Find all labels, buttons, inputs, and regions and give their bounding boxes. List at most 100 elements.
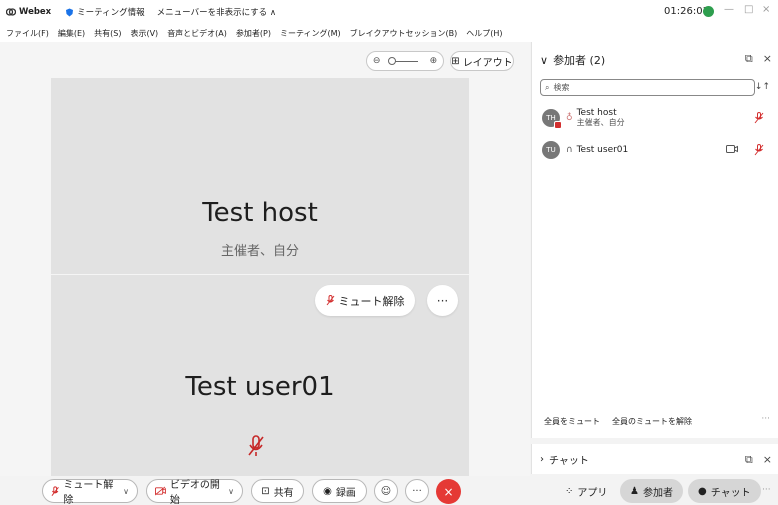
sort-icon[interactable]: ↓↑	[755, 82, 770, 92]
participant-search-input[interactable]: ⌕ 検索	[540, 79, 755, 96]
headset-icon: ∩	[566, 145, 573, 155]
hide-menu-label: メニューバーを非表示にする ∧	[156, 8, 277, 18]
video-tile-user[interactable]: ミュート解除 ··· Test user01	[51, 275, 469, 476]
search-icon: ⌕	[545, 82, 550, 92]
participant-role: 主催者、自分	[576, 118, 625, 127]
unmute-toolbar-label: ミュート解除	[63, 480, 114, 505]
smiley-icon: ☺	[380, 485, 392, 497]
host-name: Test host	[202, 198, 318, 228]
participants-header[interactable]: ∨ 参加者 (2)	[540, 52, 605, 68]
menu-participants[interactable]: 参加者(P)	[236, 28, 271, 39]
close-icon: ×	[443, 484, 454, 499]
menu-help[interactable]: ヘルプ(H)	[466, 28, 502, 39]
record-label: 録画	[335, 487, 356, 499]
pop-out-icon[interactable]: ⧉	[745, 453, 753, 467]
zoom-out-icon[interactable]: ⊖	[373, 56, 381, 66]
menu-breakout[interactable]: ブレイクアウトセッション(B)	[350, 28, 458, 39]
chat-title: チャット	[549, 455, 589, 467]
start-video-button[interactable]: ビデオの開始 ∨	[146, 479, 243, 505]
unmute-toolbar-button[interactable]: ミュート解除 ∨	[42, 479, 138, 505]
mute-all-row: 全員をミュート 全員のミュートを解除	[544, 416, 692, 427]
video-stage: ⊖ ⊕ ⊞ レイアウト Test host 主催者、自分 ミュート解除 ··· …	[0, 42, 530, 476]
chevron-down-icon: ∨	[540, 53, 549, 67]
participants-toolbar-button[interactable]: ♟ 参加者	[620, 479, 683, 503]
pop-out-icon[interactable]: ⧉	[745, 52, 753, 66]
close-window-button[interactable]: ×	[762, 4, 770, 15]
unmute-all-button[interactable]: 全員のミュートを解除	[612, 416, 692, 427]
participants-panel: ∨ 参加者 (2) ⧉ × ⌕ 検索 ↓↑ TH ♁ Test host 主催者…	[531, 42, 778, 438]
layout-button[interactable]: ⊞ レイアウト	[450, 51, 514, 71]
mic-muted-icon	[326, 295, 334, 306]
mic-muted-icon	[248, 435, 264, 456]
shield-icon	[66, 8, 74, 16]
toolbar-overflow-button[interactable]: ···	[762, 485, 771, 495]
meeting-info-label: ミーティング情報	[77, 8, 145, 18]
share-button[interactable]: ⊡ 共有	[251, 479, 304, 503]
meeting-info-button[interactable]: ミーティング情報	[65, 6, 145, 18]
reactions-button[interactable]: ☺	[374, 479, 398, 503]
menu-file[interactable]: ファイル(F)	[6, 28, 49, 39]
more-toolbar-button[interactable]: ···	[405, 479, 429, 503]
mute-all-button[interactable]: 全員をミュート	[544, 416, 600, 427]
unmute-label: ミュート解除	[338, 294, 405, 308]
participant-row-host[interactable]: TH ♁ Test host 主催者、自分	[542, 106, 772, 130]
menu-audio-video[interactable]: 音声とビデオ(A)	[167, 28, 227, 39]
zoom-in-icon[interactable]: ⊕	[430, 56, 438, 66]
video-camera-icon[interactable]	[726, 144, 738, 154]
mic-muted-icon[interactable]	[754, 144, 764, 156]
zoom-slider-knob[interactable]	[387, 56, 396, 65]
meeting-toolbar: ミュート解除 ∨ ビデオの開始 ∨ ⊡ 共有 ◉ 録画 ☺ ··· × ⁘ アプ…	[0, 476, 778, 505]
avatar: TU	[542, 141, 560, 159]
apps-label: アプリ	[577, 487, 608, 499]
participant-row-user[interactable]: TU ∩ Test user01	[542, 138, 772, 162]
mic-muted-icon	[51, 485, 59, 496]
chat-toolbar-button[interactable]: ● チャット	[688, 479, 761, 503]
chat-bubble-icon: ●	[698, 485, 707, 497]
mic-muted-icon[interactable]	[754, 112, 764, 124]
avatar: TH	[542, 109, 562, 129]
video-off-icon	[155, 486, 166, 496]
webex-icon	[6, 8, 16, 16]
unmute-button[interactable]: ミュート解除	[315, 285, 415, 316]
share-label: 共有	[273, 487, 294, 499]
share-icon: ⊡	[261, 485, 270, 497]
menu-view[interactable]: 表示(V)	[130, 28, 158, 39]
layout-label: レイアウト	[462, 57, 513, 69]
zoom-slider[interactable]	[387, 56, 418, 65]
video-off-badge-icon	[554, 121, 562, 129]
host-role: 主催者、自分	[220, 244, 299, 259]
chat-toolbar-label: チャット	[710, 487, 751, 499]
maximize-button[interactable]: □	[744, 4, 753, 15]
start-video-label: ビデオの開始	[169, 480, 220, 505]
hide-menu-bar-button[interactable]: メニューバーを非表示にする ∧	[157, 6, 276, 18]
zoom-control[interactable]: ⊖ ⊕	[366, 51, 444, 71]
participant-name: Test host	[576, 108, 617, 118]
network-status-icon[interactable]	[703, 6, 714, 17]
participants-toolbar-label: 参加者	[642, 487, 673, 499]
record-button[interactable]: ◉ 録画	[312, 479, 367, 503]
close-panel-icon[interactable]: ×	[763, 52, 772, 66]
chevron-right-icon: ›	[540, 453, 544, 465]
app-name: Webex	[19, 7, 52, 17]
host-indicator-icon: ♁	[566, 113, 573, 123]
more-options-button[interactable]: ···	[427, 285, 458, 316]
video-tile-host[interactable]: Test host 主催者、自分	[51, 78, 469, 274]
participants-more-button[interactable]: ···	[761, 414, 770, 424]
apps-button[interactable]: ⁘ アプリ	[555, 479, 617, 503]
search-placeholder: 検索	[553, 83, 570, 92]
close-panel-icon[interactable]: ×	[763, 453, 772, 467]
webex-logo: Webex	[6, 7, 51, 17]
minimize-button[interactable]: —	[724, 4, 734, 15]
user-name: Test user01	[185, 372, 335, 402]
chevron-down-icon[interactable]: ∨	[228, 487, 234, 496]
people-icon: ♟	[630, 485, 639, 497]
record-icon: ◉	[323, 485, 332, 497]
menu-bar: ファイル(F) 編集(E) 共有(S) 表示(V) 音声とビデオ(A) 参加者(…	[0, 24, 778, 42]
end-call-button[interactable]: ×	[436, 479, 461, 504]
menu-edit[interactable]: 編集(E)	[58, 28, 85, 39]
chat-panel-header[interactable]: › チャット ⧉ ×	[531, 444, 778, 474]
chevron-down-icon[interactable]: ∨	[123, 487, 129, 496]
menu-share[interactable]: 共有(S)	[94, 28, 121, 39]
menu-meeting[interactable]: ミーティング(M)	[280, 28, 341, 39]
participants-panel-icons: ⧉ ×	[745, 52, 772, 66]
